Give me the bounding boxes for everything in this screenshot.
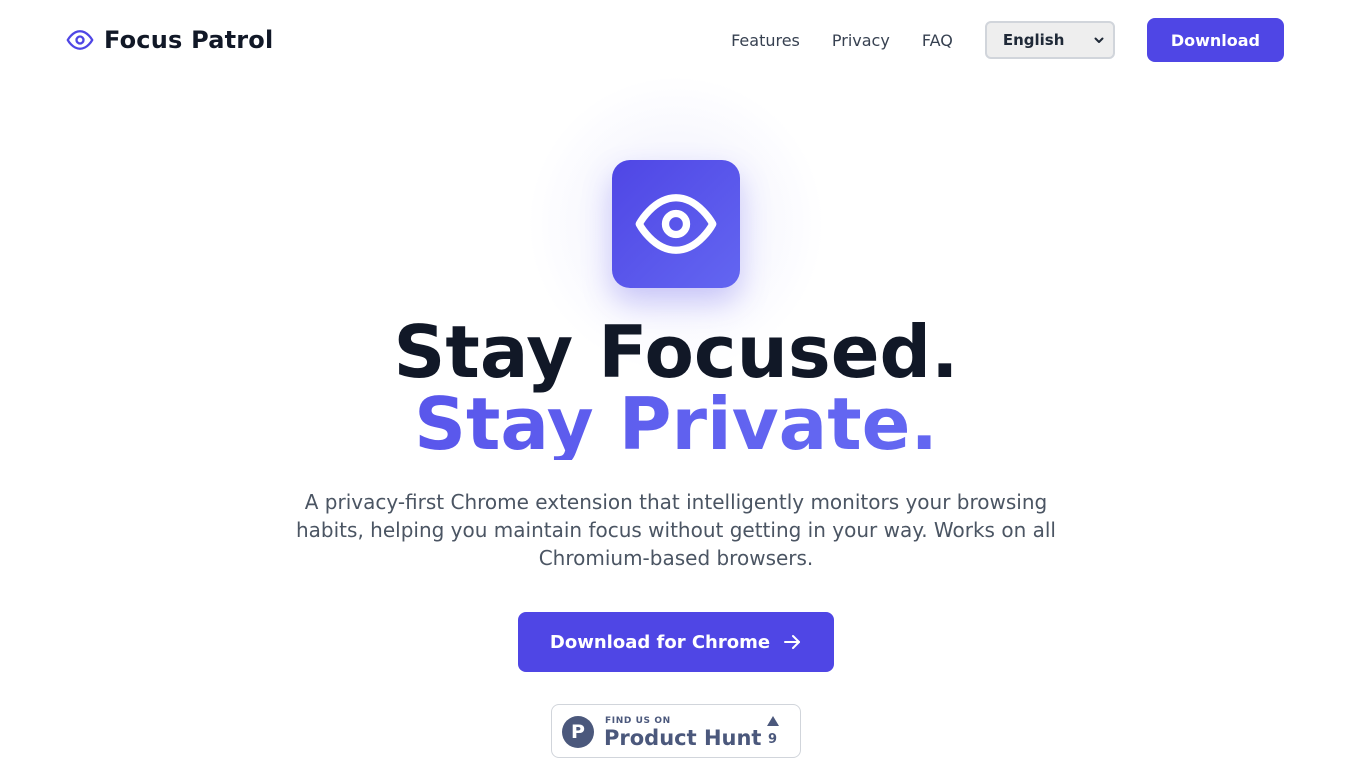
download-for-chrome-button[interactable]: Download for Chrome [518, 612, 834, 672]
eye-icon [66, 30, 94, 50]
arrow-right-icon [784, 635, 801, 649]
headline-line-2: Stay Private. [0, 388, 1352, 460]
hero-subtitle: A privacy-first Chrome extension that in… [296, 490, 1056, 570]
brand-logo-link[interactable]: Focus Patrol [66, 24, 273, 56]
site-header: Focus Patrol Features Privacy FAQ Englis… [0, 0, 1352, 80]
product-hunt-upvote-count: 9 [768, 732, 778, 747]
hero-app-logo [612, 160, 740, 288]
main-nav: Features Privacy FAQ English Download [731, 18, 1284, 62]
cta-label: Download for Chrome [549, 631, 771, 653]
nav-link-faq[interactable]: FAQ [922, 31, 953, 50]
headline-line-1: Stay Focused. [393, 310, 959, 394]
eye-icon [635, 194, 717, 254]
nav-link-privacy[interactable]: Privacy [832, 31, 890, 50]
product-hunt-title: Product Hunt [604, 726, 762, 750]
language-select[interactable]: English [984, 21, 1115, 59]
nav-link-features[interactable]: Features [731, 31, 800, 50]
product-hunt-small-text: FIND US ON [605, 716, 671, 726]
hero-headline: Stay Focused. Stay Private. [0, 316, 1352, 460]
language-select-value: English [1002, 31, 1065, 49]
chevron-down-icon [1094, 37, 1104, 43]
brand-name: Focus Patrol [104, 26, 274, 54]
product-hunt-badge[interactable]: P FIND US ON Product Hunt 9 [551, 704, 801, 758]
product-hunt-logo: P [562, 716, 594, 748]
header-download-button[interactable]: Download [1146, 18, 1284, 62]
triangle-up-icon [767, 716, 779, 726]
